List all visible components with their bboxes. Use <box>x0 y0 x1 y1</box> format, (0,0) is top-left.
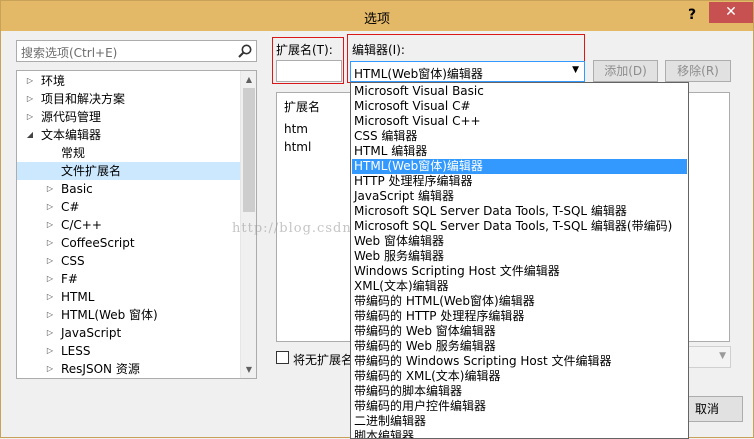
tree-item[interactable]: ▷ 环境 <box>17 72 241 90</box>
tree-item-label: LESS <box>61 344 91 358</box>
tree-item-label: 文件扩展名 <box>61 164 122 178</box>
tree-item-label: ResJSON 资源 <box>61 362 140 376</box>
tree-item[interactable]: ▷ Basic <box>17 180 241 198</box>
editor-selected-value: HTML(Web窗体)编辑器 <box>354 67 483 81</box>
editor-select[interactable]: HTML(Web窗体)编辑器 ▼ <box>350 61 585 82</box>
tree-scrollbar[interactable]: ▲ ▼ <box>240 71 256 378</box>
collapsed-arrow-icon[interactable]: ▷ <box>45 360 55 378</box>
dialog-title: 选项 <box>363 12 390 27</box>
tree-item[interactable]: ▷ 源代码管理 <box>17 108 241 126</box>
help-button[interactable]: ? <box>681 4 703 26</box>
tree-item-label: CSS <box>61 254 85 268</box>
options-tree[interactable]: ▷ 环境 ▷ 项目和解决方案 ▷ 源代码管理 ◢ 文本编辑器 常规 文件扩展名 ▷ Basic ▷ C# ▷… <box>16 70 257 379</box>
dropdown-option[interactable]: XML(文本)编辑器 <box>352 279 687 294</box>
collapsed-arrow-icon[interactable]: ▷ <box>45 342 55 360</box>
no-extension-checkbox[interactable] <box>276 351 289 364</box>
title-bar: 选项 ? ✕ <box>1 1 753 31</box>
list-item[interactable]: html <box>284 140 311 154</box>
tree-item[interactable]: ▷ HTML <box>17 288 241 306</box>
list-header-extension[interactable]: 扩展名 <box>284 98 320 115</box>
close-button[interactable]: ✕ <box>709 2 753 23</box>
collapsed-arrow-icon[interactable]: ▷ <box>45 198 55 216</box>
tree-item-label: CoffeeScript <box>61 236 135 250</box>
dropdown-option[interactable]: JavaScript 编辑器 <box>352 189 687 204</box>
dropdown-option[interactable]: 带编码的 Windows Scripting Host 文件编辑器 <box>352 354 687 369</box>
dropdown-option[interactable]: 带编码的脚本编辑器 <box>352 384 687 399</box>
collapsed-arrow-icon[interactable]: ▷ <box>45 252 55 270</box>
dropdown-option[interactable]: Microsoft SQL Server Data Tools, T-SQL 编… <box>352 219 687 234</box>
tree-item[interactable]: ▷ 项目和解决方案 <box>17 90 241 108</box>
search-input[interactable]: 搜索选项(Ctrl+E) <box>16 40 257 62</box>
dropdown-option[interactable]: Microsoft Visual C++ <box>352 114 687 129</box>
dropdown-option[interactable]: Windows Scripting Host 文件编辑器 <box>352 264 687 279</box>
dropdown-option[interactable]: Microsoft SQL Server Data Tools, T-SQL 编… <box>352 204 687 219</box>
tree-item-label: 常规 <box>61 146 86 160</box>
scrollbar-thumb[interactable] <box>243 88 255 212</box>
tree-item-label: Basic <box>61 182 93 196</box>
dropdown-option[interactable]: HTML(Web窗体)编辑器 <box>352 159 687 174</box>
dropdown-option[interactable]: 带编码的 Web 窗体编辑器 <box>352 324 687 339</box>
tree-item-label: 项目和解决方案 <box>41 92 126 106</box>
collapsed-arrow-icon[interactable]: ▷ <box>25 90 35 108</box>
chevron-down-icon: ▼ <box>719 351 726 361</box>
options-dialog: 选项 ? ✕ 搜索选项(Ctrl+E) ▷ 环境 ▷ 项目和解决方案 ▷ 源代码管理 ◢ 文本… <box>0 0 754 439</box>
dropdown-option[interactable]: Web 窗体编辑器 <box>352 234 687 249</box>
search-icon[interactable] <box>237 43 253 59</box>
dropdown-option[interactable]: 带编码的 HTML(Web窗体)编辑器 <box>352 294 687 309</box>
editor-dropdown-list[interactable]: Microsoft Visual Basic Microsoft Visual C… <box>350 82 689 439</box>
collapsed-arrow-icon[interactable]: ▷ <box>45 216 55 234</box>
tree-item[interactable]: ▷ JavaScript <box>17 324 241 342</box>
tree-item-label: 环境 <box>41 74 66 88</box>
tree-item-label: JavaScript <box>61 326 122 340</box>
tree-item[interactable]: ▷ C/C++ <box>17 216 241 234</box>
tree-item[interactable]: ◢ 文本编辑器 <box>17 126 241 144</box>
dropdown-option[interactable]: 二进制编辑器 <box>352 414 687 429</box>
tree-item-label: HTML <box>61 290 95 304</box>
dropdown-option[interactable]: 带编码的 Web 服务编辑器 <box>352 339 687 354</box>
no-extension-editor-select[interactable]: ▼ <box>687 346 731 368</box>
tree-item[interactable]: ▷ ResJSON 资源 <box>17 360 241 378</box>
remove-button[interactable]: 移除(R) <box>665 60 731 82</box>
list-item[interactable]: htm <box>284 122 308 136</box>
collapsed-arrow-icon[interactable]: ▷ <box>45 288 55 306</box>
tree-item-label: 源代码管理 <box>41 110 102 124</box>
tree-item[interactable]: ▷ CoffeeScript <box>17 234 241 252</box>
add-button[interactable]: 添加(D) <box>593 60 658 82</box>
dropdown-option[interactable]: Microsoft Visual Basic <box>352 84 687 99</box>
collapsed-arrow-icon[interactable]: ▷ <box>45 324 55 342</box>
collapsed-arrow-icon[interactable]: ▷ <box>25 72 35 90</box>
scroll-up-icon[interactable]: ▲ <box>241 71 256 88</box>
tree-item[interactable]: 文件扩展名 <box>17 162 241 180</box>
tree-item-label: C/C++ <box>61 218 102 232</box>
tree-item-label: C# <box>61 200 80 214</box>
dropdown-option[interactable]: 带编码的 XML(文本)编辑器 <box>352 369 687 384</box>
dropdown-option[interactable]: CSS 编辑器 <box>352 129 687 144</box>
collapsed-arrow-icon[interactable]: ▷ <box>45 306 55 324</box>
collapsed-arrow-icon[interactable]: ▷ <box>45 180 55 198</box>
tree-item[interactable]: 常规 <box>17 144 241 162</box>
chevron-down-icon: ▼ <box>572 65 579 75</box>
scroll-down-icon[interactable]: ▼ <box>241 361 256 378</box>
tree-item-label: 文本编辑器 <box>41 128 102 142</box>
dropdown-option[interactable]: HTTP 处理程序编辑器 <box>352 174 687 189</box>
tree-item[interactable]: ▷ HTML(Web 窗体) <box>17 306 241 324</box>
dropdown-option[interactable]: 带编码的用户控件编辑器 <box>352 399 687 414</box>
tree-item-label: F# <box>61 272 78 286</box>
tree-item[interactable]: ▷ CSS <box>17 252 241 270</box>
expanded-arrow-icon[interactable]: ◢ <box>25 126 35 144</box>
no-extension-label: 将无扩展名 <box>293 353 354 367</box>
dropdown-option[interactable]: Microsoft Visual C# <box>352 99 687 114</box>
dropdown-option[interactable]: Web 服务编辑器 <box>352 249 687 264</box>
collapsed-arrow-icon[interactable]: ▷ <box>25 108 35 126</box>
tree-item[interactable]: ▷ F# <box>17 270 241 288</box>
tree-item[interactable]: ▷ C# <box>17 198 241 216</box>
search-placeholder: 搜索选项(Ctrl+E) <box>21 46 118 60</box>
collapsed-arrow-icon[interactable]: ▷ <box>45 270 55 288</box>
dropdown-option[interactable]: HTML 编辑器 <box>352 144 687 159</box>
tree-item-label: HTML(Web 窗体) <box>61 308 158 322</box>
tree-item[interactable]: ▷ LESS <box>17 342 241 360</box>
collapsed-arrow-icon[interactable]: ▷ <box>45 234 55 252</box>
dropdown-option[interactable]: 带编码的 HTTP 处理程序编辑器 <box>352 309 687 324</box>
extension-input[interactable] <box>276 60 342 82</box>
